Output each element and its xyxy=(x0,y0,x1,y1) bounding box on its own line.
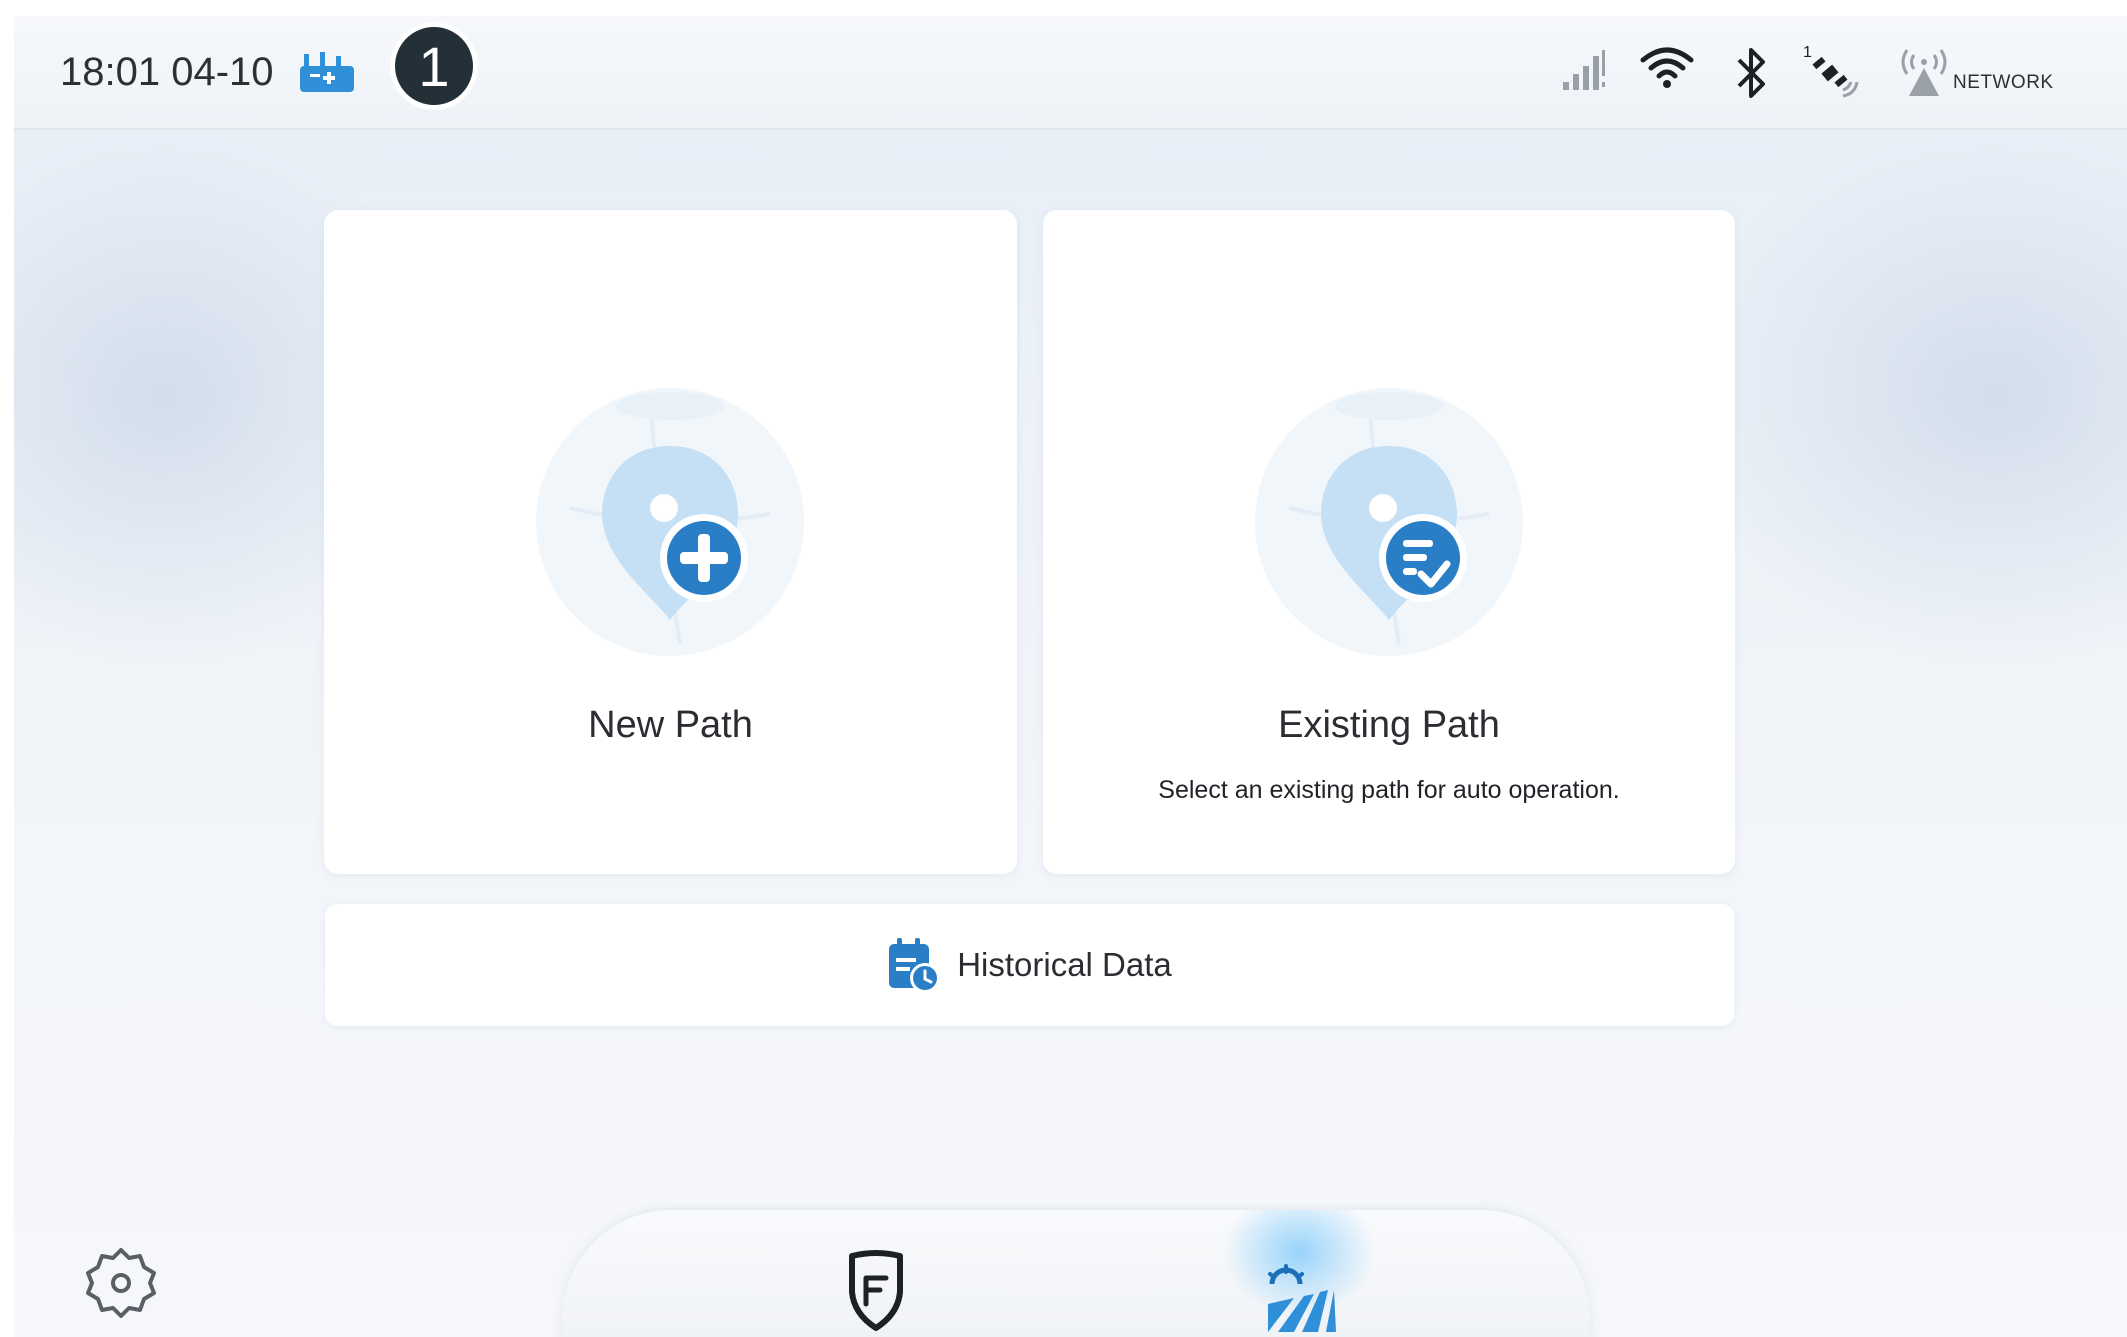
status-bar: 18:01 04-10 1 1 NETWORK xyxy=(14,16,2127,130)
satellite-indicator: 1 xyxy=(1803,44,1859,100)
network-label: NETWORK xyxy=(1953,72,2054,93)
field-auto-icon[interactable] xyxy=(1264,1264,1338,1334)
bottom-dock xyxy=(562,1210,1590,1337)
historical-data-content: Historical Data xyxy=(325,904,1734,1026)
satellite-icon xyxy=(1812,56,1859,98)
historical-data-label: Historical Data xyxy=(957,946,1172,983)
network-antenna-icon xyxy=(1901,49,1947,96)
bluetooth-icon xyxy=(1737,48,1765,98)
new-path-card[interactable]: New Path xyxy=(324,210,1017,874)
app-screen: 18:01 04-10 1 1 NETWORK New Path Existin… xyxy=(14,16,2127,1337)
existing-path-title: Existing Path xyxy=(1278,704,1500,746)
clock: 18:01 04-10 xyxy=(60,50,274,94)
existing-path-subtitle: Select an existing path for auto operati… xyxy=(1158,776,1620,804)
historical-data-button[interactable]: Historical Data xyxy=(325,904,1734,1026)
notification-badge[interactable]: 1 xyxy=(390,22,478,110)
cellular-signal-icon xyxy=(1563,50,1605,90)
location-pin-plus-icon xyxy=(536,388,804,656)
calendar-clock-icon xyxy=(889,938,941,993)
wifi-icon xyxy=(1640,47,1694,88)
location-pin-list-check-icon xyxy=(1255,388,1523,656)
existing-path-card[interactable]: Existing Path Select an existing path fo… xyxy=(1043,210,1735,874)
shield-icon[interactable] xyxy=(846,1248,906,1332)
status-icons: 1 NETWORK xyxy=(1561,44,2101,102)
robot-icon xyxy=(300,52,354,92)
new-path-title: New Path xyxy=(588,704,753,746)
gear-icon[interactable] xyxy=(84,1246,158,1320)
